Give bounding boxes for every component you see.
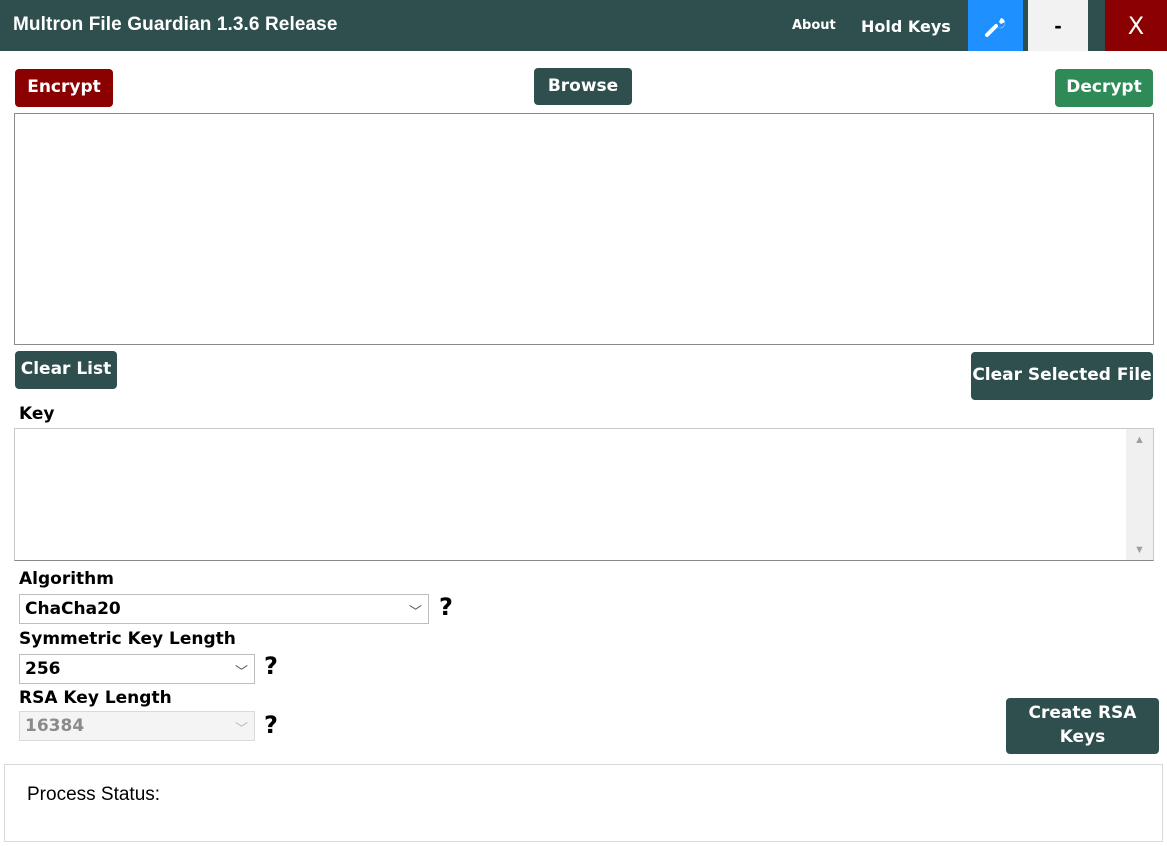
clear-list-button[interactable]: Clear List [15, 351, 117, 389]
hold-keys-link[interactable]: Hold Keys [861, 17, 951, 36]
symmetric-key-length-value: 256 [25, 659, 61, 679]
process-status-panel: Process Status: [4, 764, 1163, 842]
algorithm-help-icon[interactable]: ? [439, 593, 453, 621]
close-button[interactable]: X [1105, 0, 1167, 51]
scroll-down-icon[interactable]: ▼ [1134, 544, 1145, 556]
browse-button[interactable]: Browse [534, 68, 632, 105]
process-status-label: Process Status: [27, 784, 161, 805]
rsa-key-length-label: RSA Key Length [19, 688, 172, 708]
symmetric-help-icon[interactable]: ? [264, 652, 278, 680]
decrypt-button[interactable]: Decrypt [1055, 69, 1153, 107]
encrypt-button[interactable]: Encrypt [15, 69, 113, 107]
settings-button[interactable] [968, 0, 1023, 51]
chevron-down-icon: ﹀ [234, 722, 248, 737]
create-rsa-keys-button[interactable]: Create RSA Keys [1006, 698, 1159, 754]
algorithm-select[interactable]: ChaCha20 ﹀ [19, 594, 429, 624]
algorithm-label: Algorithm [19, 569, 114, 589]
title-bar: Multron File Guardian 1.3.6 Release Abou… [0, 0, 1167, 51]
rsa-key-length-select[interactable]: 16384 ﹀ [19, 711, 255, 741]
scroll-up-icon[interactable]: ▲ [1134, 434, 1145, 446]
file-list[interactable] [14, 113, 1154, 345]
symmetric-key-length-select[interactable]: 256 ﹀ [19, 654, 255, 684]
key-input[interactable]: ▲ ▼ [14, 428, 1154, 561]
rsa-key-length-value: 16384 [25, 716, 85, 736]
app-title: Multron File Guardian 1.3.6 Release [13, 14, 338, 35]
symmetric-key-length-label: Symmetric Key Length [19, 629, 236, 649]
key-scrollbar[interactable]: ▲ ▼ [1126, 429, 1153, 560]
rsa-help-icon[interactable]: ? [264, 711, 278, 739]
algorithm-value: ChaCha20 [25, 599, 121, 619]
minimize-button[interactable]: - [1028, 0, 1088, 51]
key-label: Key [19, 404, 55, 424]
clear-selected-file-button[interactable]: Clear Selected File [971, 352, 1153, 400]
wrench-icon [984, 17, 1005, 37]
chevron-down-icon: ﹀ [408, 605, 422, 620]
chevron-down-icon: ﹀ [234, 665, 248, 680]
about-link[interactable]: About [792, 18, 836, 33]
